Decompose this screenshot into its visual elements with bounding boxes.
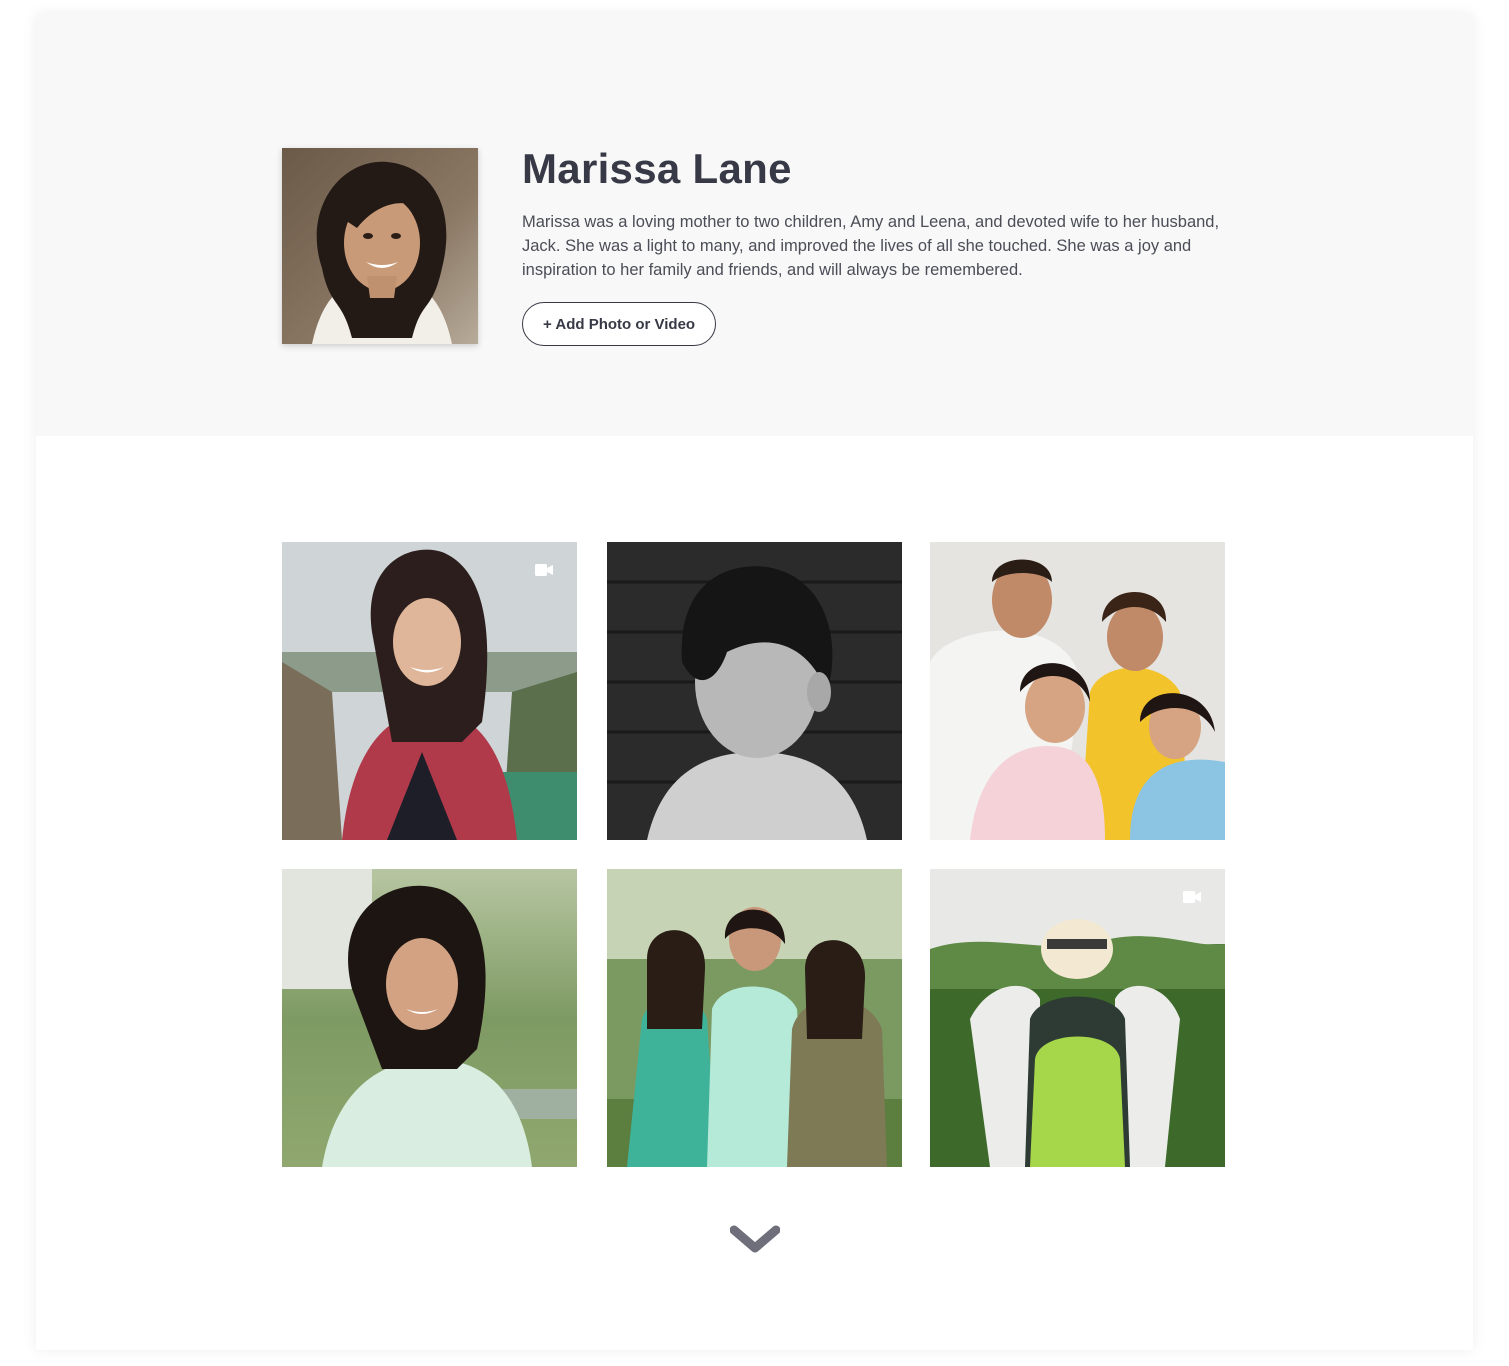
page-title: Marissa Lane — [522, 145, 792, 192]
profile-bio: Marissa was a loving mother to two child… — [522, 213, 1220, 279]
gallery-item[interactable] — [930, 869, 1225, 1167]
gallery-item[interactable] — [607, 869, 902, 1167]
add-photo-or-video-button[interactable]: + Add Photo or Video — [522, 302, 717, 346]
memorial-card: Marissa Lane Marissa was a loving mother… — [36, 14, 1473, 1350]
profile-header: Marissa Lane Marissa was a loving mother… — [36, 14, 1473, 436]
gallery-item[interactable] — [930, 542, 1225, 840]
media-gallery — [282, 542, 1226, 1168]
profile-photo — [282, 148, 478, 344]
video-camera-icon — [535, 564, 553, 576]
video-camera-icon — [1183, 891, 1201, 903]
gallery-item[interactable] — [607, 542, 902, 840]
gallery-item[interactable] — [282, 542, 577, 840]
profile-info: Marissa Lane Marissa was a loving mother… — [522, 144, 1222, 346]
chevron-down-icon[interactable] — [730, 1222, 780, 1256]
gallery-item[interactable] — [282, 869, 577, 1167]
